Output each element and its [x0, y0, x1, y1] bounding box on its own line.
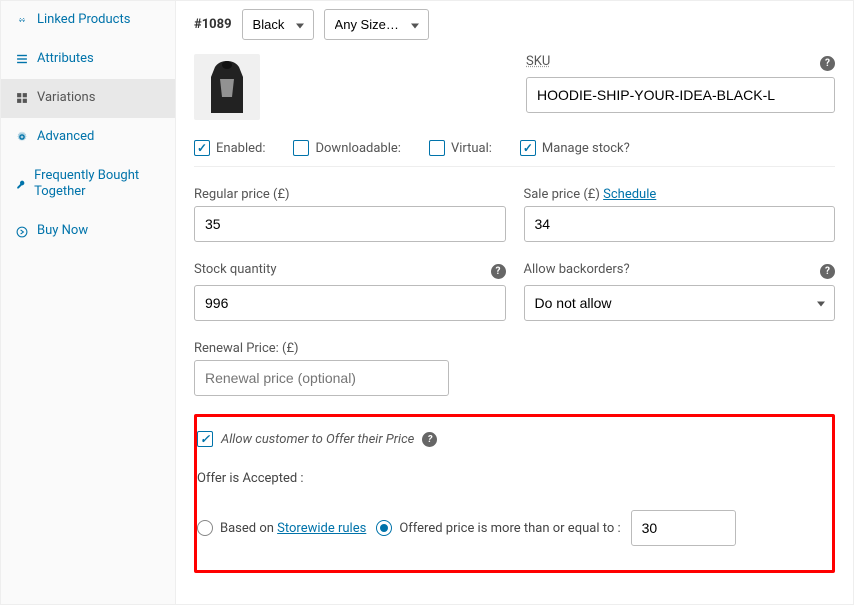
product-tabs-sidebar: Linked Products Attributes Variations Ad… — [1, 1, 176, 604]
sidebar-item-linked-products[interactable]: Linked Products — [1, 1, 175, 40]
sale-price-label: Sale price (£) Schedule — [524, 187, 836, 202]
stock-qty-input[interactable] — [194, 285, 506, 321]
regular-price-label: Regular price (£) — [194, 187, 506, 202]
schedule-link[interactable]: Schedule — [603, 187, 656, 202]
help-icon[interactable]: ? — [422, 432, 437, 447]
sidebar-item-fbt[interactable]: Frequently Bought Together — [1, 157, 175, 213]
checkbox-icon — [194, 140, 210, 156]
help-icon[interactable]: ? — [820, 264, 835, 279]
regular-price-input[interactable] — [194, 206, 506, 242]
allow-offer-label: Allow customer to Offer their Price — [221, 432, 414, 447]
list-icon — [15, 52, 29, 66]
sidebar-item-variations[interactable]: Variations — [1, 79, 175, 118]
checkbox-icon — [429, 140, 445, 156]
offer-accepted-title: Offer is Accepted : — [197, 471, 832, 486]
downloadable-toggle[interactable]: Downloadable: — [293, 140, 400, 156]
help-icon[interactable]: ? — [820, 56, 835, 71]
sku-label: SKU — [526, 54, 550, 69]
sidebar-item-attributes[interactable]: Attributes — [1, 40, 175, 79]
offer-storewide-radio[interactable]: Based on Storewide rules — [197, 520, 366, 536]
sidebar-item-label: Advanced — [37, 129, 94, 146]
variation-attr1-select[interactable]: Black — [242, 9, 314, 40]
radio-icon — [197, 520, 213, 536]
sidebar-item-label: Frequently Bought Together — [34, 168, 161, 202]
help-icon[interactable]: ? — [491, 264, 506, 279]
checkbox-icon[interactable] — [197, 431, 213, 447]
renewal-price-input[interactable] — [194, 360, 449, 396]
backorders-select[interactable]: Do not allow — [524, 285, 836, 321]
variation-toggles: Enabled: Downloadable: Virtual: Manage s… — [194, 140, 835, 167]
sale-price-input[interactable] — [524, 206, 836, 242]
variation-attr2-select[interactable]: Any Size… — [324, 9, 429, 40]
gear-icon — [15, 130, 29, 144]
wrench-icon — [15, 177, 26, 191]
manage-stock-toggle[interactable]: Manage stock? — [520, 140, 630, 156]
virtual-toggle[interactable]: Virtual: — [429, 140, 492, 156]
offer-price-section: Allow customer to Offer their Price ? Of… — [194, 414, 835, 573]
offer-threshold-radio[interactable]: Offered price is more than or equal to : — [376, 520, 620, 536]
checkbox-icon — [520, 140, 536, 156]
grid-icon — [15, 91, 29, 105]
storewide-rules-link[interactable]: Storewide rules — [277, 521, 366, 536]
variation-panel: #1089 Black Any Size… SKU ? Enabled: Dow… — [176, 1, 853, 604]
sidebar-item-label: Attributes — [37, 51, 94, 68]
link-icon — [15, 13, 29, 27]
renewal-price-label: Renewal Price: (£) — [194, 341, 835, 356]
radio-icon — [376, 520, 392, 536]
stock-qty-label: Stock quantity — [194, 262, 277, 277]
offer-threshold-input[interactable] — [631, 510, 736, 546]
backorders-label: Allow backorders? — [524, 262, 630, 277]
arrow-right-icon — [15, 225, 29, 239]
variation-id: #1089 — [194, 17, 232, 32]
variation-header: #1089 Black Any Size… — [194, 1, 835, 54]
sidebar-item-label: Variations — [37, 90, 95, 107]
variation-image[interactable] — [194, 54, 260, 120]
sidebar-item-advanced[interactable]: Advanced — [1, 118, 175, 157]
sidebar-item-label: Buy Now — [37, 223, 88, 240]
checkbox-icon — [293, 140, 309, 156]
enabled-toggle[interactable]: Enabled: — [194, 140, 265, 156]
sidebar-item-label: Linked Products — [37, 12, 130, 29]
sku-input[interactable] — [526, 77, 835, 113]
sidebar-item-buy-now[interactable]: Buy Now — [1, 212, 175, 251]
